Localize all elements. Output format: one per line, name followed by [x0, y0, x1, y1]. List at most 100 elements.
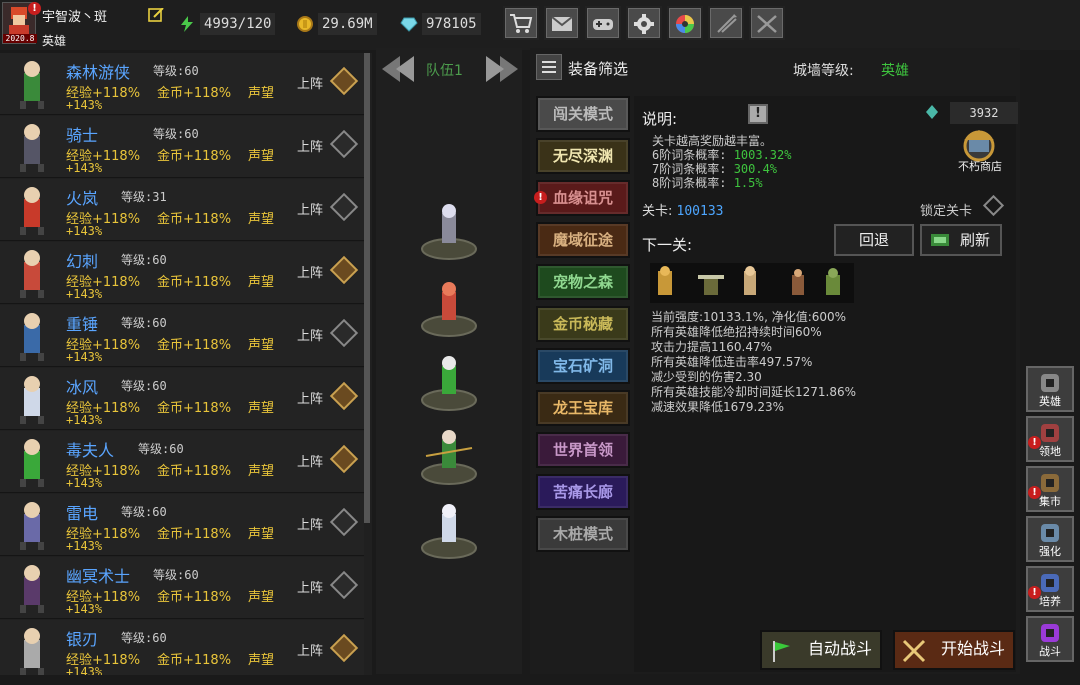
- immortal-shop-label[interactable]: 不朽商店: [950, 158, 1010, 174]
- hero-name: 火岚: [66, 189, 99, 208]
- filter-label[interactable]: 装备筛选: [568, 58, 628, 79]
- hero-name: 骑士: [66, 126, 99, 145]
- lock-stage-label: 锁定关卡: [920, 204, 973, 219]
- hero-deploy-toggle[interactable]: [329, 192, 359, 222]
- swords-icon: [757, 15, 777, 33]
- color-wheel-button[interactable]: [667, 6, 703, 40]
- next-team-arrow-icon[interactable]: [484, 54, 520, 84]
- hero-row[interactable]: 火岚 等级:31 经验+118% 金币+118% 声望 +143% 上阵: [0, 179, 364, 241]
- edit-icon[interactable]: [148, 8, 164, 22]
- side-button-helmet[interactable]: 英雄: [1026, 366, 1074, 412]
- filter-button[interactable]: [536, 54, 562, 80]
- top-bar: 2020.8 ! 宇智波丶斑 英雄 4993/120 29.69M 978105: [0, 0, 1080, 50]
- prev-team-arrow-icon[interactable]: [380, 54, 416, 84]
- rollback-button[interactable]: 回退: [834, 224, 914, 256]
- arrows-button[interactable]: [708, 6, 744, 40]
- hero-level: 等级:60: [121, 316, 167, 330]
- team-slot-3[interactable]: [420, 354, 478, 412]
- hero-gold-bonus: 金币+118%: [157, 527, 232, 542]
- stage-panel: 装备筛选 城墙等级: 英雄 闯关模式无尽深渊血缘诅咒! 魔域征途宠物之森金币秘藏宝…: [530, 48, 1020, 674]
- next-stage-label: 下一关:: [642, 236, 693, 254]
- gold-value: 29.69M: [318, 13, 377, 35]
- hero-deploy-label[interactable]: 上阵: [297, 262, 323, 281]
- side-button-anvil[interactable]: 强化: [1026, 516, 1074, 562]
- hero-name: 雷电: [66, 504, 99, 523]
- avatar-alert-icon: !: [28, 2, 41, 15]
- hero-deploy-toggle[interactable]: [329, 66, 359, 96]
- hero-deploy-label[interactable]: 上阵: [297, 199, 323, 218]
- hero-row[interactable]: 骑士 等级:60 经验+118% 金币+118% 声望 +143% 上阵: [0, 116, 364, 178]
- start-battle-button[interactable]: 开始战斗: [893, 630, 1015, 670]
- gems-value: 978105: [422, 13, 481, 35]
- mode-button[interactable]: 宠物之森: [536, 264, 630, 300]
- hero-level: 等级:60: [121, 379, 167, 393]
- side-button-portal[interactable]: 战斗: [1026, 616, 1074, 662]
- hero-row[interactable]: 重锤 等级:60 经验+118% 金币+118% 声望 +143% 上阵: [0, 305, 364, 367]
- team-slot-5[interactable]: [420, 502, 478, 560]
- hero-deploy-toggle[interactable]: [329, 318, 359, 348]
- hero-deploy-toggle[interactable]: [329, 570, 359, 600]
- mode-button[interactable]: 金币秘藏: [536, 306, 630, 342]
- mail-icon: [551, 16, 573, 31]
- team-slot-1[interactable]: [420, 203, 478, 261]
- hero-deploy-label[interactable]: 上阵: [297, 514, 323, 533]
- auto-battle-button[interactable]: 自动战斗: [760, 630, 882, 670]
- hero-list[interactable]: 森林游侠 等级:60 经验+118% 金币+118% 声望 +143% 上阵 骑…: [0, 53, 372, 675]
- hero-row[interactable]: 冰风 等级:60 经验+118% 金币+118% 声望 +143% 上阵: [0, 368, 364, 430]
- hero-row[interactable]: 幽冥术士 等级:60 经验+118% 金币+118% 声望 +143% 上阵: [0, 557, 364, 619]
- mode-button[interactable]: 苦痛长廊: [536, 474, 630, 510]
- mode-button[interactable]: 无尽深渊: [536, 138, 630, 174]
- hero-gold-bonus: 金币+118%: [157, 149, 232, 164]
- hero-deploy-label[interactable]: 上阵: [297, 325, 323, 344]
- hero-row[interactable]: 银刃 等级:60 经验+118% 金币+118% 声望 +143% 上阵: [0, 620, 364, 675]
- hero-row[interactable]: 毒夫人 等级:60 经验+118% 金币+118% 声望 +143% 上阵: [0, 431, 364, 493]
- team-slot-2[interactable]: [420, 280, 478, 338]
- hero-rep-value: +143%: [66, 287, 103, 301]
- crystal-icon: [926, 105, 938, 119]
- mode-button[interactable]: 血缘诅咒: [536, 180, 630, 216]
- mode-button[interactable]: 龙王宝库: [536, 390, 630, 426]
- hero-deploy-label[interactable]: 上阵: [297, 388, 323, 407]
- hero-row[interactable]: 幻刺 等级:60 经验+118% 金币+118% 声望 +143% 上阵: [0, 242, 364, 304]
- hero-name: 幻刺: [66, 252, 99, 271]
- hero-rep-value: +143%: [66, 350, 103, 364]
- mode-button[interactable]: 魔域征途: [536, 222, 630, 258]
- hero-level: 等级:60: [153, 64, 199, 78]
- hero-deploy-toggle[interactable]: [329, 444, 359, 474]
- stamina-icon: [181, 16, 193, 32]
- wall-level-value: 英雄: [881, 63, 909, 79]
- hero-gold-bonus: 金币+118%: [157, 464, 232, 479]
- hero-deploy-label[interactable]: 上阵: [297, 640, 323, 659]
- hero-portrait: [20, 124, 44, 172]
- lock-stage-checkbox[interactable]: [982, 194, 1005, 217]
- refresh-button[interactable]: 刷新: [920, 224, 1002, 256]
- gold-display: 29.69M: [296, 12, 377, 36]
- mode-button[interactable]: 宝石矿洞: [536, 348, 630, 384]
- hero-deploy-toggle[interactable]: [329, 633, 359, 663]
- hero-deploy-label[interactable]: 上阵: [297, 451, 323, 470]
- mail-button[interactable]: [544, 6, 580, 40]
- hero-rep-value: +143%: [66, 476, 103, 490]
- swords-button[interactable]: [749, 6, 785, 40]
- gamepad-button[interactable]: [585, 6, 621, 40]
- team-slot-4[interactable]: [420, 428, 478, 486]
- hero-deploy-toggle[interactable]: [329, 129, 359, 159]
- hero-portrait: [20, 439, 44, 487]
- hero-deploy-toggle[interactable]: [329, 507, 359, 537]
- info-icon[interactable]: !: [748, 104, 768, 124]
- hero-row[interactable]: 雷电 等级:60 经验+118% 金币+118% 声望 +143% 上阵: [0, 494, 364, 556]
- wall-level-label: 城墙等级:: [793, 63, 854, 79]
- hero-deploy-label[interactable]: 上阵: [297, 73, 323, 92]
- shop-button[interactable]: [503, 6, 539, 40]
- player-rank: 英雄: [42, 34, 67, 48]
- mode-button[interactable]: 闯关模式: [536, 96, 630, 132]
- hero-row[interactable]: 森林游侠 等级:60 经验+118% 金币+118% 声望 +143% 上阵: [0, 53, 364, 115]
- hero-deploy-toggle[interactable]: [329, 381, 359, 411]
- hero-deploy-toggle[interactable]: [329, 255, 359, 285]
- hero-list-scrollbar[interactable]: [364, 53, 370, 523]
- hero-deploy-label[interactable]: 上阵: [297, 136, 323, 155]
- mode-button[interactable]: 木桩模式: [536, 516, 630, 552]
- settings-button[interactable]: [626, 6, 662, 40]
- hero-deploy-label[interactable]: 上阵: [297, 577, 323, 596]
- mode-button[interactable]: 世界首领: [536, 432, 630, 468]
